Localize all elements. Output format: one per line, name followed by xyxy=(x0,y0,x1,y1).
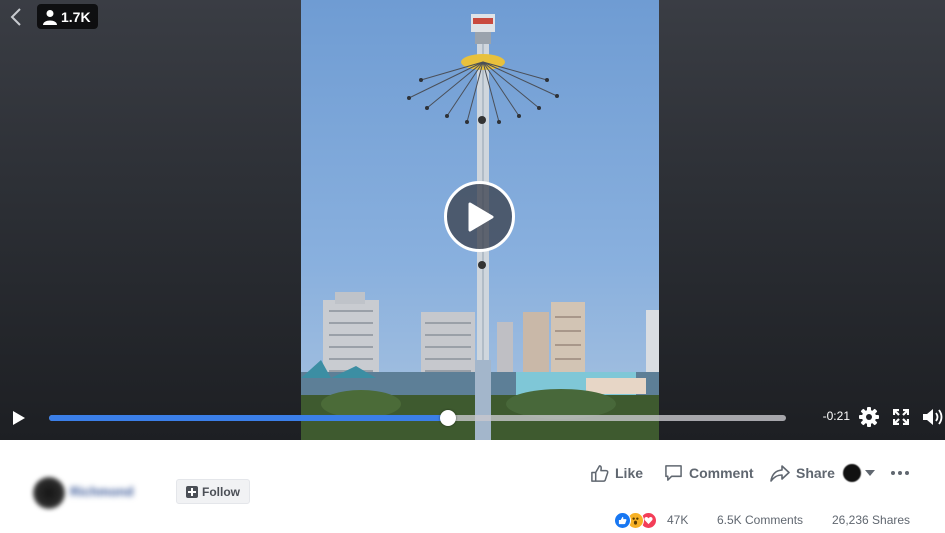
play-icon xyxy=(13,411,25,425)
like-reaction-icon xyxy=(614,511,631,529)
play-icon xyxy=(468,202,493,231)
like-label: Like xyxy=(615,465,644,481)
comments-count-link[interactable]: 6.5K Comments xyxy=(717,513,803,527)
follow-button[interactable]: Follow xyxy=(176,479,250,504)
more-dots-icon xyxy=(905,471,909,475)
thumbs-up-icon xyxy=(591,464,609,482)
progress-slider[interactable] xyxy=(49,410,786,426)
video-player[interactable]: 1.7K -0:21 xyxy=(0,0,945,440)
author-name-link[interactable]: Richmond xyxy=(70,484,154,500)
reaction-icons[interactable] xyxy=(614,511,657,529)
audience-selector[interactable] xyxy=(843,463,877,483)
share-arrow-icon xyxy=(770,465,790,482)
comment-label: Comment xyxy=(689,465,754,481)
share-label: Share xyxy=(796,465,835,481)
more-options-button[interactable] xyxy=(889,463,911,483)
more-dots-icon xyxy=(898,471,902,475)
person-icon xyxy=(43,9,57,25)
progress-fill xyxy=(49,415,448,421)
center-play-button[interactable] xyxy=(444,181,515,252)
comment-button[interactable]: Comment xyxy=(664,462,754,484)
progress-scrubber-handle[interactable] xyxy=(439,410,456,426)
more-dots-icon xyxy=(891,471,895,475)
fullscreen-icon xyxy=(893,409,909,425)
avatar xyxy=(843,464,861,482)
viewer-count: 1.7K xyxy=(61,8,91,25)
play-button[interactable] xyxy=(10,409,28,427)
caret-down-icon xyxy=(865,470,875,476)
volume-button[interactable] xyxy=(922,406,944,428)
settings-icon xyxy=(859,407,879,427)
settings-button[interactable] xyxy=(858,406,880,428)
volume-icon xyxy=(923,409,943,425)
time-remaining: -0:21 xyxy=(822,409,850,423)
share-button[interactable]: Share xyxy=(770,462,835,484)
back-button[interactable] xyxy=(6,6,26,28)
follow-plus-icon xyxy=(186,485,198,498)
fullscreen-button[interactable] xyxy=(891,407,911,427)
live-viewer-count-badge: 1.7K xyxy=(37,4,98,29)
like-button[interactable]: Like xyxy=(590,462,643,484)
reaction-count[interactable]: 47K xyxy=(667,513,688,527)
comment-icon xyxy=(665,465,682,481)
back-arrow-icon xyxy=(10,8,21,26)
shares-count-link[interactable]: 26,236 Shares xyxy=(832,513,910,527)
follow-label: Follow xyxy=(202,484,240,499)
avatar[interactable] xyxy=(33,477,65,509)
